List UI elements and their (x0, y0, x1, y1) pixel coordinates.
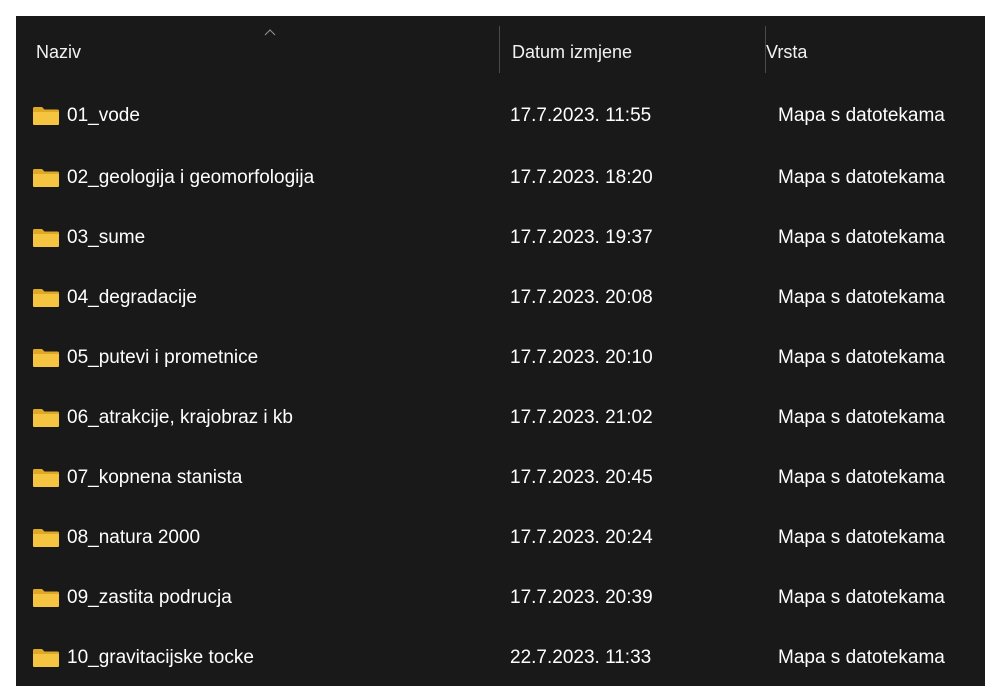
file-name-cell: 03_sume (32, 208, 494, 268)
file-name-cell: 05_putevi i prometnice (32, 328, 494, 388)
file-name-cell: 04_degradacije (32, 268, 494, 328)
table-row[interactable]: 08_natura 2000 17.7.2023. 20:24 Mapa s dat… (16, 508, 985, 568)
file-name: 04_degradacije (67, 287, 197, 308)
table-row[interactable]: 04_degradacije 17.7.2023. 20:08 Mapa s dat… (16, 268, 985, 328)
date-modified-cell: 17.7.2023. 19:37 (510, 227, 653, 248)
date-modified-cell: 17.7.2023. 18:20 (510, 167, 653, 188)
date-modified-cell: 17.7.2023. 21:02 (510, 407, 653, 428)
table-row[interactable]: 09_zastita podrucja 17.7.2023. 20:39 Mapa … (16, 568, 985, 628)
folder-icon (33, 169, 59, 187)
file-name-cell: 10_gravitacijske tocke (32, 628, 494, 686)
file-type-cell: Mapa s datotekama (778, 407, 945, 428)
file-type-cell: Mapa s datotekama (778, 467, 945, 488)
file-name: 01_vode (67, 105, 140, 126)
date-modified-cell: 17.7.2023. 20:08 (510, 287, 653, 308)
folder-icon (33, 409, 59, 427)
folder-icon (33, 469, 59, 487)
folder-icon (33, 349, 59, 367)
column-header-type-label: Vrsta (766, 41, 808, 62)
date-modified-cell: 17.7.2023. 20:39 (510, 587, 653, 608)
file-type-cell: Mapa s datotekama (778, 167, 945, 188)
date-modified-cell: 17.7.2023. 11:55 (510, 105, 652, 126)
column-header-name[interactable]: Naziv (36, 16, 496, 88)
file-name-cell: 09_zastita podrucja (32, 568, 494, 628)
folder-icon (33, 289, 59, 307)
file-name-cell: 06_atrakcije, krajobraz i kb (32, 388, 494, 448)
date-modified-cell: 17.7.2023. 20:24 (510, 527, 653, 548)
column-header-date[interactable]: Datum izmjene (512, 16, 752, 88)
file-name: 08_natura 2000 (67, 527, 201, 548)
column-header-row: Naziv Datum izmjene Vrsta (16, 16, 985, 88)
column-separator[interactable] (499, 26, 500, 73)
date-modified-cell: 17.7.2023. 20:45 (510, 467, 653, 488)
chevron-up-icon (264, 29, 276, 36)
file-type-cell: Mapa s datotekama (778, 287, 945, 308)
file-name: 06_atrakcije, krajobraz i kb (67, 407, 293, 428)
file-name-cell: 07_kopnena stanista (32, 448, 494, 508)
file-type-cell: Mapa s datotekama (778, 647, 945, 668)
table-row[interactable]: 03_sume 17.7.2023. 19:37 Mapa s datotekama (16, 208, 985, 268)
file-name: 09_zastita podrucja (67, 587, 232, 608)
file-name-cell: 02_geologija i geomorfologija (32, 148, 494, 208)
folder-icon (33, 107, 59, 125)
column-header-type[interactable]: Vrsta (766, 16, 985, 88)
file-type-cell: Mapa s datotekama (778, 527, 945, 548)
table-row[interactable]: 02_geologija i geomorfologija 17.7.2023. … (16, 148, 985, 208)
folder-icon (33, 589, 59, 607)
file-name: 10_gravitacijske tocke (67, 647, 254, 668)
file-list-view: Naziv Datum izmjene Vrsta 01_vode 17.7.20… (16, 16, 985, 686)
file-name-cell: 08_natura 2000 (32, 508, 494, 568)
file-name: 07_kopnena stanista (67, 467, 243, 488)
file-type-cell: Mapa s datotekama (778, 587, 945, 608)
table-row[interactable]: 05_putevi i prometnice 17.7.2023. 20:10 Ma… (16, 328, 985, 388)
file-name-cell: 01_vode (32, 86, 494, 146)
file-name: 05_putevi i prometnice (67, 347, 259, 368)
table-row[interactable]: 06_atrakcije, krajobraz i kb 17.7.2023. 2… (16, 388, 985, 448)
table-row[interactable]: 10_gravitacijske tocke 22.7.2023. 11:33 Ma… (16, 628, 985, 686)
column-header-name-label: Naziv (36, 41, 82, 62)
date-modified-cell: 22.7.2023. 11:33 (510, 647, 652, 668)
file-rows: 01_vode 17.7.2023. 11:55 Mapa s datotekama… (16, 88, 985, 686)
table-row[interactable]: 01_vode 17.7.2023. 11:55 Mapa s datotekama (16, 88, 985, 148)
file-type-cell: Mapa s datotekama (778, 105, 945, 126)
table-row[interactable]: 07_kopnena stanista 17.7.2023. 20:45 Mapa … (16, 448, 985, 508)
date-modified-cell: 17.7.2023. 20:10 (510, 347, 653, 368)
file-name: 03_sume (67, 227, 146, 248)
folder-icon (33, 529, 59, 547)
folder-icon (33, 649, 59, 667)
column-header-date-label: Datum izmjene (512, 41, 633, 62)
file-type-cell: Mapa s datotekama (778, 347, 945, 368)
folder-icon (33, 229, 59, 247)
file-name: 02_geologija i geomorfologija (67, 167, 315, 188)
file-type-cell: Mapa s datotekama (778, 227, 945, 248)
